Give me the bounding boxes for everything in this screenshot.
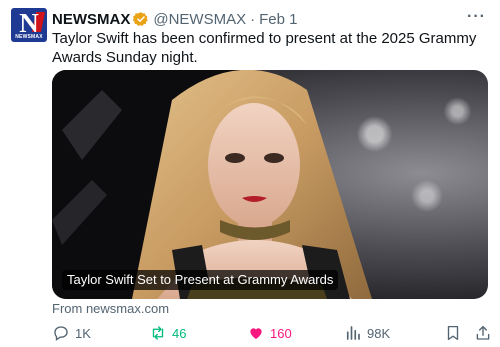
link-card[interactable]: Taylor Swift Set to Present at Grammy Aw… bbox=[52, 70, 488, 299]
like-button[interactable]: 160 bbox=[247, 323, 292, 343]
repost-icon bbox=[152, 326, 164, 340]
avatar-letter: N bbox=[19, 8, 39, 38]
like-count: 160 bbox=[270, 325, 292, 341]
avatar-word: NEWSMAX bbox=[15, 34, 43, 40]
link-source[interactable]: From newsmax.com bbox=[52, 301, 169, 316]
views-button[interactable]: 98K bbox=[344, 323, 390, 343]
share-icon bbox=[476, 325, 490, 340]
avatar[interactable]: N NEWSMAX bbox=[11, 8, 47, 42]
reply-button[interactable]: 1K bbox=[52, 323, 91, 343]
author-handle[interactable]: @NEWSMAX bbox=[153, 11, 246, 28]
like-icon bbox=[250, 328, 262, 339]
card-caption: Taylor Swift Set to Present at Grammy Aw… bbox=[62, 270, 339, 290]
bookmark-icon bbox=[447, 325, 459, 341]
verified-badge-icon[interactable] bbox=[133, 11, 149, 27]
tweet[interactable]: N NEWSMAX NEWSMAX @NEWSMAX · Feb 1 ··· T… bbox=[0, 0, 500, 347]
bookmark-button[interactable] bbox=[444, 323, 467, 343]
repost-button[interactable]: 46 bbox=[149, 323, 186, 343]
post-date[interactable]: Feb 1 bbox=[259, 11, 297, 28]
views-icon bbox=[346, 326, 360, 340]
reply-icon bbox=[54, 326, 68, 341]
action-bar: 1K 46 160 98K bbox=[52, 323, 492, 343]
views-count: 98K bbox=[367, 325, 391, 341]
more-icon[interactable]: ··· bbox=[467, 9, 486, 25]
separator-dot: · bbox=[250, 10, 256, 28]
repost-count: 46 bbox=[172, 325, 187, 341]
card-photo bbox=[52, 70, 372, 299]
reply-count: 1K bbox=[75, 325, 91, 341]
tweet-text: Taylor Swift has been confirmed to prese… bbox=[52, 30, 477, 66]
tweet-header: NEWSMAX @NEWSMAX · Feb 1 bbox=[52, 10, 297, 28]
author-name[interactable]: NEWSMAX bbox=[52, 11, 130, 28]
share-button[interactable] bbox=[474, 323, 497, 343]
